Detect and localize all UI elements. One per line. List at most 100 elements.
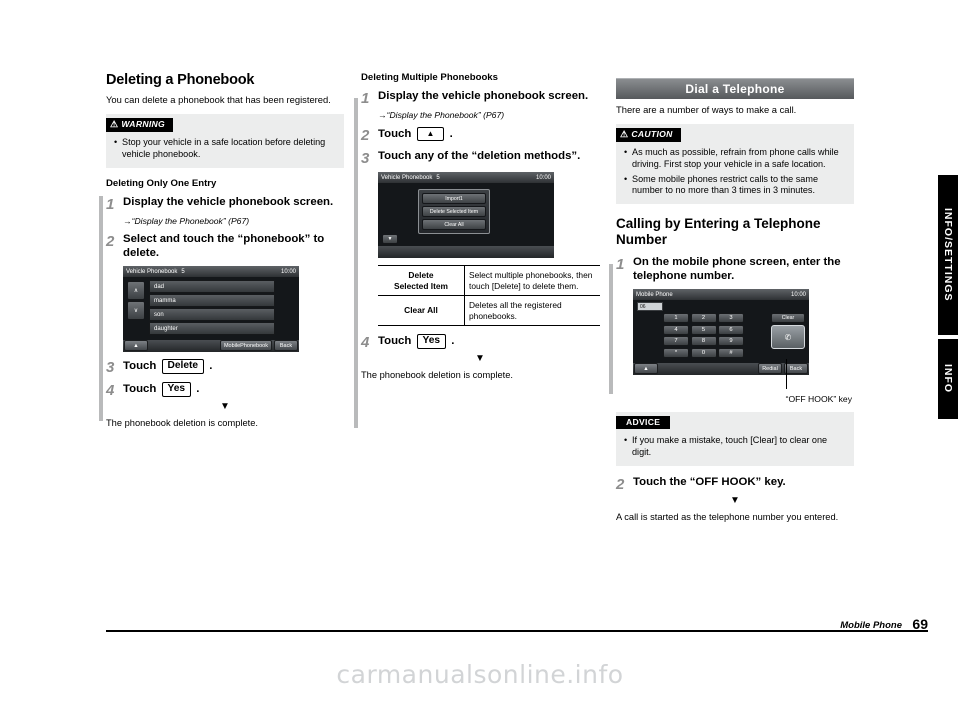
subheading-delete-multiple: Deleting Multiple Phonebooks xyxy=(361,72,498,83)
redial-button[interactable]: Redial xyxy=(758,363,782,375)
list-item: Stop your vehicle in a safe location bef… xyxy=(114,137,336,161)
key-8[interactable]: 8 xyxy=(690,336,717,347)
list-item[interactable]: mamma xyxy=(149,294,275,308)
row-description: Select multiple phonebooks, then touch [… xyxy=(464,265,600,296)
off-hook-key[interactable]: ✆ xyxy=(771,325,805,350)
page-number: 69 xyxy=(912,616,928,632)
section-banner: Dial a Telephone xyxy=(616,78,854,99)
vehicle-phonebook-screen: Vehicle Phonebook 5 10:00 ∧ ∨ dad mamma … xyxy=(123,266,299,353)
flow-arrow-icon: ▼ xyxy=(730,495,740,507)
result-text: The phonebook deletion is complete. xyxy=(106,418,258,429)
step-text-before: Touch xyxy=(123,383,157,396)
result-text: The phonebook deletion is complete. xyxy=(361,370,513,380)
step-2: 2 Touch ▲ . xyxy=(361,127,599,143)
deletion-methods-popup: Import1 Delete Selected Item Clear All xyxy=(418,189,490,234)
subheading-delete-one: Deleting Only One Entry xyxy=(106,177,217,189)
step-number: 2 xyxy=(106,232,115,250)
list-item[interactable]: son xyxy=(149,308,275,322)
side-tab-info-settings[interactable]: INFO/SETTINGS xyxy=(938,175,958,335)
step-text: Touch any of the “deletion methods”. xyxy=(378,150,581,162)
key-1[interactable]: 1 xyxy=(663,313,689,324)
steps-delete-one: 1 Display the vehicle phonebook screen. … xyxy=(99,195,344,421)
result-text: A call is started as the telephone numbe… xyxy=(616,512,839,523)
telephone-number-field[interactable]: 06 xyxy=(637,302,663,312)
section-title-calling: Calling by Entering a Telephone Number xyxy=(616,216,821,248)
side-tabs: INFO/SETTINGS INFO xyxy=(938,175,960,419)
list-item: As much as possible, refrain from phone … xyxy=(624,147,846,171)
warning-label: WARNING xyxy=(121,119,166,130)
back-button[interactable]: Back xyxy=(274,340,298,352)
key-star[interactable]: * xyxy=(663,347,689,358)
step-group-rule xyxy=(354,98,358,428)
key-6[interactable]: 6 xyxy=(718,324,744,335)
step-1-reference[interactable]: →“Display the Phonebook” (P67) xyxy=(378,110,599,120)
key-hash[interactable]: # xyxy=(718,347,744,358)
warning-tab: ⚠ WARNING xyxy=(106,117,174,132)
import-button[interactable]: Import1 xyxy=(422,193,486,204)
screen-title: Mobile Phone xyxy=(636,291,673,298)
scroll-up-button[interactable]: ∧ xyxy=(127,281,145,301)
step-3: 3 Touch any of the “deletion methods”. xyxy=(361,150,599,166)
manual-page: Deleting a Phonebook You can delete a ph… xyxy=(0,0,960,708)
key-7[interactable]: 7 xyxy=(663,336,689,347)
list-item: If you make a mistake, touch [Clear] to … xyxy=(624,435,846,459)
step-text-before: Touch xyxy=(378,128,412,140)
back-button[interactable]: Back xyxy=(784,363,808,375)
step-1-reference[interactable]: →“Display the Phonebook” (P67) xyxy=(123,216,344,226)
warning-list: Stop your vehicle in a safe location bef… xyxy=(114,137,336,161)
column-middle: Deleting Multiple Phonebooks 1 Display t… xyxy=(354,72,600,428)
delete-selected-item-button[interactable]: Delete Selected Item xyxy=(422,206,486,217)
step-number: 4 xyxy=(361,334,370,351)
footer-section-title: Mobile Phone xyxy=(840,620,902,631)
step-text-after: . xyxy=(209,360,213,373)
list-item[interactable]: daughter xyxy=(149,322,275,336)
step-number: 1 xyxy=(106,195,115,213)
step-text: Touch ▲ . xyxy=(378,127,453,143)
numeric-keypad: 1 2 3 4 5 6 7 8 9 * 0 # xyxy=(663,313,744,358)
scroll-down-button[interactable]: ▼ xyxy=(382,234,398,244)
mobile-phone-screen: Mobile Phone 10:00 06 Clear 1 2 3 4 5 6 … xyxy=(633,289,809,376)
clear-button[interactable]: Clear xyxy=(771,313,805,324)
caution-triangle-icon: ⚠ xyxy=(620,129,629,140)
side-tab-info[interactable]: INFO xyxy=(938,339,958,419)
yes-key[interactable]: Yes xyxy=(161,382,192,398)
step-text-before: Touch xyxy=(123,360,157,373)
step-text: On the mobile phone screen, enter the te… xyxy=(633,255,841,282)
screen-bottom-bar xyxy=(378,246,554,258)
step-number: 2 xyxy=(616,476,625,494)
step-number: 1 xyxy=(616,255,625,273)
step-text: Touch Yes . xyxy=(123,382,199,398)
column-left: Deleting a Phonebook You can delete a ph… xyxy=(99,72,344,438)
yes-key[interactable]: Yes xyxy=(416,334,447,349)
delete-key[interactable]: Delete xyxy=(161,359,205,375)
key-5[interactable]: 5 xyxy=(690,324,717,335)
column-right: Dial a Telephone There are a number of w… xyxy=(609,78,854,531)
steps-calling: 1 On the mobile phone screen, enter the … xyxy=(609,255,854,494)
table-row: Delete Selected Item Select multiple pho… xyxy=(378,265,600,296)
step-text-after: . xyxy=(196,383,200,396)
scroll-top-button[interactable]: ▲ xyxy=(634,363,658,375)
clear-all-button[interactable]: Clear All xyxy=(422,219,486,230)
screen-bottom-bar: ▲ MobilePhonebook Back xyxy=(123,340,299,353)
key-9[interactable]: 9 xyxy=(718,336,744,347)
screen-title: Vehicle Phonebook xyxy=(381,174,433,181)
up-arrow-key[interactable]: ▲ xyxy=(416,127,445,141)
flow-arrow-icon: ▼ xyxy=(475,353,485,364)
page-title: Deleting a Phonebook xyxy=(106,72,255,88)
key-0[interactable]: 0 xyxy=(690,347,717,358)
advice-list: If you make a mistake, touch [Clear] to … xyxy=(624,435,846,459)
screen-titlebar: Vehicle Phonebook 5 10:00 xyxy=(378,172,554,183)
step-text-after: . xyxy=(449,128,453,140)
step-group-rule xyxy=(99,195,103,421)
mobile-phonebook-button[interactable]: MobilePhonebook xyxy=(219,340,272,352)
warning-box: ⚠WARNING Stop your vehicle in a safe loc… xyxy=(106,114,344,168)
scroll-down-button[interactable]: ∨ xyxy=(127,301,145,321)
deletion-methods-screen: Vehicle Phonebook 5 10:00 Import1 Delete… xyxy=(378,172,554,258)
key-2[interactable]: 2 xyxy=(690,313,717,324)
key-4[interactable]: 4 xyxy=(663,324,689,335)
screen-body: ∧ ∨ dad mamma son daughter xyxy=(123,277,299,341)
scroll-top-button[interactable]: ▲ xyxy=(124,340,148,352)
key-3[interactable]: 3 xyxy=(718,313,744,324)
list-item[interactable]: dad xyxy=(149,280,275,294)
warning-triangle-icon: ⚠ xyxy=(110,119,119,130)
